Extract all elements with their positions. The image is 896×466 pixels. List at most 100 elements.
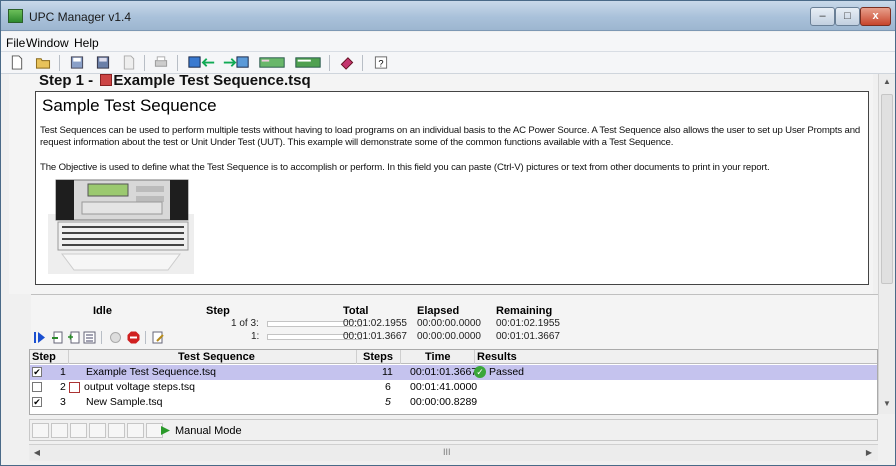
status-cell — [32, 423, 49, 438]
close-button[interactable]: x — [860, 7, 891, 26]
row-checkbox[interactable]: ✔ — [32, 367, 42, 377]
passed-check-icon: ✓ — [474, 366, 486, 378]
report-document: Step 1 - Example Test Sequence.tsq Sampl… — [9, 74, 873, 294]
report-icon[interactable] — [293, 55, 323, 70]
vertical-scrollbar[interactable]: ▲ ▼ — [878, 74, 895, 414]
new-file-icon[interactable] — [9, 55, 25, 70]
row-steps: 5 — [385, 396, 391, 408]
scroll-left-arrow-icon[interactable]: ◀ — [29, 445, 45, 461]
objective-title: Sample Test Sequence — [42, 96, 217, 115]
maximize-button[interactable]: □ — [835, 7, 860, 26]
sequence-total-time: 00:01:02.1955 — [343, 318, 407, 329]
sequence-table-header: Step Test Sequence Steps Time Results — [30, 350, 877, 364]
status-cell — [127, 423, 144, 438]
row-time: 00:00:00.8289 — [410, 396, 478, 408]
play-icon[interactable] — [160, 425, 171, 436]
row-steps: 11 — [382, 366, 393, 378]
svg-text:?: ? — [378, 58, 383, 68]
row-time: 00:01:41.0000 — [410, 381, 478, 393]
scroll-up-arrow-icon[interactable]: ▲ — [879, 74, 895, 90]
col-time[interactable]: Time — [425, 351, 450, 363]
run-icon[interactable] — [33, 331, 46, 344]
run-status-panel: Idle Step Total Elapsed Remaining 1 of 3… — [31, 294, 878, 349]
step-remaining-time: 00:01:01.3667 — [496, 331, 560, 342]
objective-paragraph-2: The Objective is used to define what the… — [40, 162, 770, 173]
step-heading: Step 1 - Example Test Sequence.tsq — [39, 74, 311, 89]
sequence-table: Step Test Sequence Steps Time Results ✔ … — [29, 349, 878, 415]
step-file-name: Example Test Sequence.tsq — [113, 74, 311, 89]
import-icon[interactable] — [221, 55, 251, 70]
col-results[interactable]: Results — [477, 351, 517, 363]
run-state: Idle — [93, 305, 112, 317]
col-steps[interactable]: Steps — [363, 351, 393, 363]
header-elapsed: Elapsed — [417, 305, 460, 317]
header-total: Total — [343, 305, 369, 317]
tsq-file-icon — [69, 382, 80, 393]
print-icon[interactable] — [153, 55, 169, 70]
objective-paragraph-1: Test Sequences can be used to perform mu… — [40, 125, 861, 148]
tsq-file-icon — [100, 74, 112, 86]
stop-icon[interactable] — [127, 331, 140, 344]
toolbar: ? — [1, 52, 895, 74]
scroll-right-arrow-icon[interactable]: ▶ — [861, 445, 877, 461]
status-bar: Manual Mode — [29, 419, 878, 441]
help-icon[interactable]: ? — [373, 55, 389, 70]
save-as-icon[interactable] — [95, 55, 111, 70]
scroll-grip[interactable]: III — [443, 447, 451, 457]
vertical-scroll-thumb[interactable] — [881, 94, 893, 284]
app-window: UPC Manager v1.4 – □ x File Window Help … — [0, 0, 896, 466]
status-cell — [89, 423, 106, 438]
edit-icon[interactable] — [152, 331, 165, 344]
objective-box[interactable]: Sample Test Sequence Test Sequences can … — [35, 91, 869, 285]
step-index: 1: — [251, 331, 260, 342]
scroll-down-arrow-icon[interactable]: ▼ — [879, 396, 895, 412]
sequence-icon[interactable] — [257, 55, 287, 70]
row-number: 1 — [60, 366, 66, 378]
sequence-step-count: 1 of 3: — [231, 318, 259, 329]
row-number: 3 — [60, 396, 66, 408]
col-test-sequence[interactable]: Test Sequence — [178, 351, 255, 363]
add-step-icon[interactable] — [67, 331, 80, 344]
row-sequence-name: output voltage steps.tsq — [84, 381, 195, 393]
sequence-elapsed-time: 00:00:00.0000 — [417, 318, 481, 329]
list-icon[interactable] — [83, 331, 96, 344]
table-row[interactable]: ✔ 1 Example Test Sequence.tsq 11 00:01:0… — [30, 365, 877, 380]
book-icon[interactable] — [339, 55, 355, 70]
row-steps: 6 — [385, 381, 391, 393]
disabled-tool-icon[interactable] — [109, 331, 122, 344]
step-elapsed-time: 00:00:00.0000 — [417, 331, 481, 342]
table-row[interactable]: ✔ 3 New Sample.tsq 5 00:00:00.8289 — [30, 395, 877, 410]
horizontal-scrollbar[interactable]: ◀ III ▶ — [29, 444, 878, 461]
menu-window[interactable]: Window — [26, 36, 69, 50]
step-heading-text: Step 1 - — [39, 74, 98, 89]
table-row[interactable]: 2 output voltage steps.tsq 6 00:01:41.00… — [30, 380, 877, 395]
menu-file[interactable]: File — [6, 36, 25, 50]
menu-help[interactable]: Help — [74, 36, 99, 50]
row-sequence-name: New Sample.tsq — [86, 396, 163, 408]
step-total-time: 00:01:01.3667 — [343, 331, 407, 342]
status-cell — [108, 423, 125, 438]
status-cell — [70, 423, 87, 438]
insert-step-icon[interactable] — [51, 331, 64, 344]
row-result: Passed — [489, 366, 525, 378]
status-cell — [51, 423, 68, 438]
header-remaining: Remaining — [496, 305, 553, 317]
row-number: 2 — [60, 381, 66, 393]
title-bar[interactable]: UPC Manager v1.4 – □ x — [1, 1, 895, 31]
minimize-button[interactable]: – — [810, 7, 835, 26]
save-icon[interactable] — [69, 55, 85, 70]
sequence-remaining-time: 00:01:02.1955 — [496, 318, 560, 329]
header-step: Step — [206, 305, 230, 317]
col-step[interactable]: Step — [32, 351, 56, 363]
disabled-file-icon[interactable] — [121, 55, 137, 70]
row-sequence-name: Example Test Sequence.tsq — [86, 366, 216, 378]
row-checkbox[interactable] — [32, 382, 42, 392]
row-checkbox[interactable]: ✔ — [32, 397, 42, 407]
manual-mode-label[interactable]: Manual Mode — [175, 425, 242, 437]
app-icon — [8, 9, 23, 23]
export-icon[interactable] — [187, 55, 217, 70]
open-folder-icon[interactable] — [35, 55, 51, 70]
row-time: 00:01:01.3667 — [410, 366, 478, 378]
ac-power-source-image — [48, 179, 194, 274]
menu-bar: File Window Help — [1, 32, 895, 52]
